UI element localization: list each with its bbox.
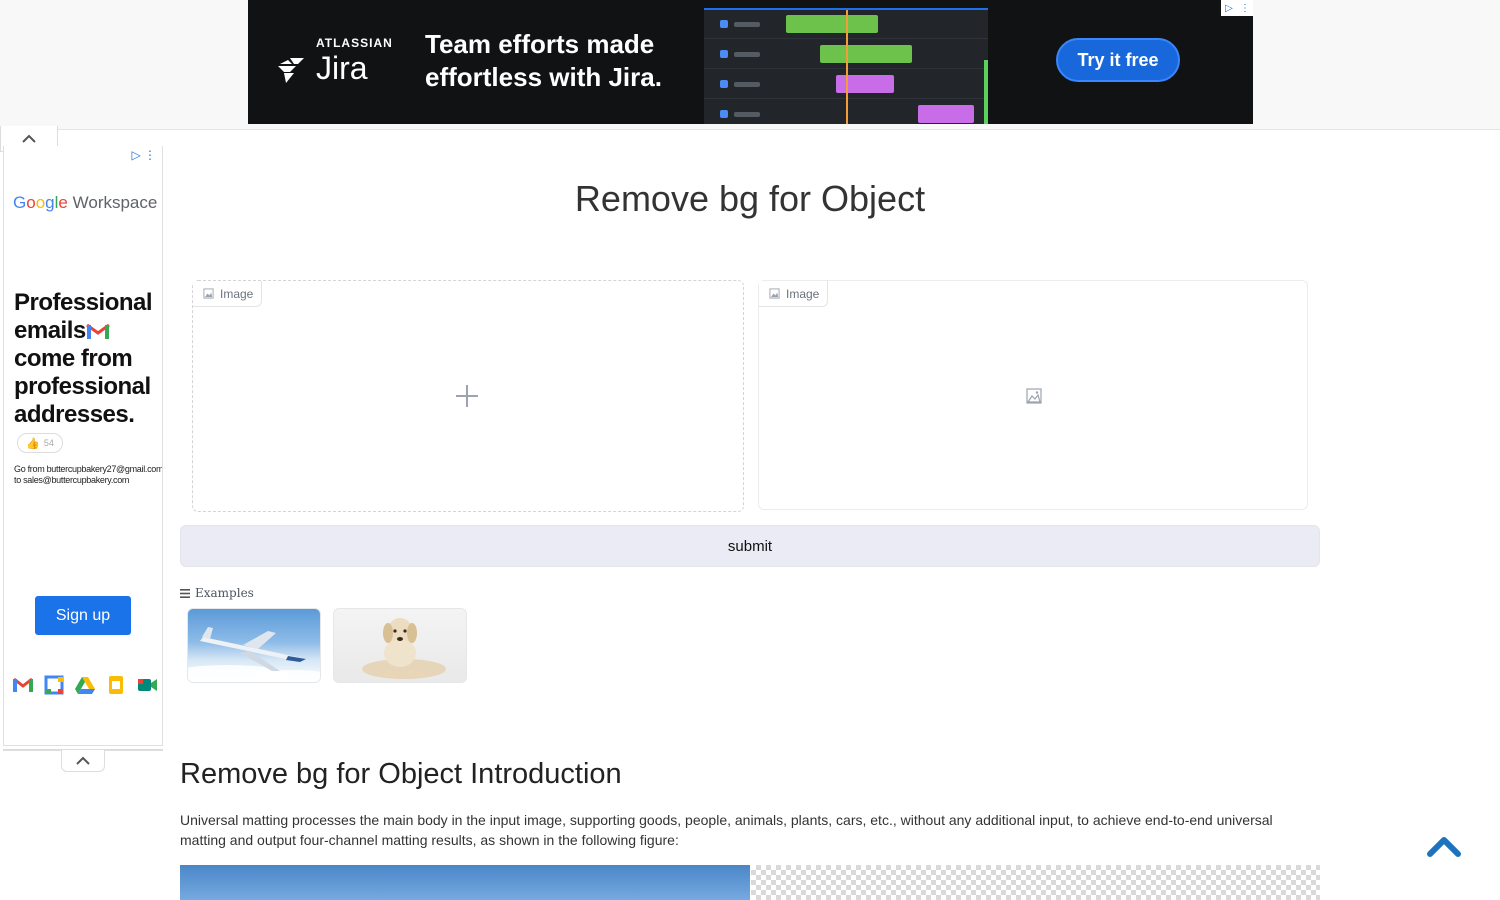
dog-image (362, 618, 446, 679)
page-title: Remove bg for Object (574, 178, 926, 219)
docs-icon (105, 674, 127, 696)
example-airplane-thumbnail[interactable] (187, 608, 321, 683)
reaction-count: 54 (43, 438, 54, 448)
example-dog-thumbnail[interactable] (333, 608, 467, 683)
try-it-free-button[interactable]: Try it free (1056, 38, 1180, 82)
input-image-label: Image (193, 281, 263, 307)
chevron-up-icon (76, 756, 90, 765)
upload-plus-icon[interactable] (456, 385, 478, 407)
output-image-label: Image (759, 281, 829, 307)
side-ad-body-text: Go from buttercupbakery27@gmail.com to s… (14, 464, 163, 485)
jira-logo-icon (278, 58, 304, 83)
list-icon (180, 588, 190, 598)
thumbs-up-icon: 👍 (26, 437, 40, 450)
workspace-app-icons (12, 674, 158, 696)
introduction-heading: Remove bg for Object Introduction (180, 758, 622, 790)
workspace-wordmark: Workspace (72, 193, 158, 212)
airplane-image (188, 627, 320, 682)
adchoices-icon[interactable]: ▷ (1221, 0, 1237, 16)
scroll-to-top-icon[interactable] (1426, 834, 1462, 860)
image-icon (203, 288, 214, 299)
reaction-badge: 👍 54 (17, 433, 63, 453)
ad-headline: Team efforts made effortless with Jira. (425, 28, 685, 94)
image-icon (769, 288, 780, 299)
output-image-box: Image (758, 280, 1308, 510)
collapse-side-ad-bottom-button[interactable] (61, 750, 105, 772)
ad-headline-line1: Team efforts made (425, 29, 655, 59)
empty-image-icon (1026, 388, 1042, 404)
matting-result-figure (180, 865, 1320, 900)
meet-icon (136, 674, 158, 696)
chevron-up-icon (22, 134, 36, 143)
submit-button[interactable]: submit (180, 525, 1320, 567)
gmail-icon (85, 323, 110, 339)
adchoices-icon[interactable]: ▷ ⋮ (131, 148, 156, 162)
figure-original-image (180, 865, 750, 900)
sign-up-button[interactable]: Sign up (35, 596, 131, 635)
ad-headline-line2: effortless with Jira. (425, 62, 662, 92)
input-image-dropzone[interactable]: Image (192, 280, 744, 512)
drive-icon (74, 674, 96, 696)
jira-wordmark: Jira (316, 50, 368, 86)
atlassian-wordmark: ATLASSIAN (316, 36, 393, 50)
calendar-icon (43, 674, 65, 696)
side-ad-headline: Professional emails come from profession… (14, 289, 153, 428)
google-workspace-side-ad[interactable]: ▷ ⋮ Google Workspace Professional emails… (3, 146, 163, 746)
examples-label: Examples (180, 586, 254, 600)
google-workspace-logo: Google Workspace (13, 193, 158, 212)
gmail-icon (12, 674, 34, 696)
ad-menu-icon[interactable]: ⋮ (1237, 0, 1253, 16)
timeline-mockup-illustration (704, 8, 988, 124)
jira-banner-ad[interactable]: ATLASSIAN Jira Team efforts made effortl… (248, 0, 1253, 124)
figure-transparent-result (751, 865, 1320, 900)
introduction-text: Universal matting processes the main bod… (180, 812, 1273, 848)
